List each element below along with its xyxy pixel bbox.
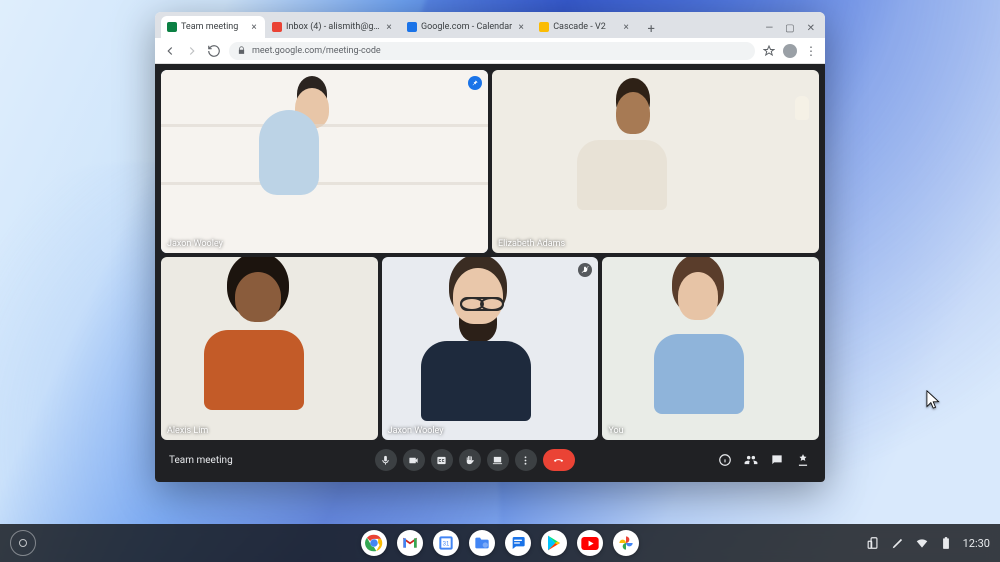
stylus-icon[interactable] [891,536,905,550]
video-grid: Jaxon Wooley Elizabeth Adams Alexis Lim … [161,70,819,440]
tab-close-icon[interactable]: × [249,22,259,32]
chromeos-shelf: 31 12:30 [0,524,1000,562]
messages-app-icon[interactable] [505,530,531,556]
meeting-name: Team meeting [169,455,233,466]
reload-button[interactable] [207,44,221,58]
tab-close-icon[interactable]: × [384,22,394,32]
tab-close-icon[interactable]: × [621,22,631,32]
meet-controls-bar: Team meeting [161,444,819,476]
play-store-app-icon[interactable] [541,530,567,556]
doc-favicon [539,22,549,32]
video-tile[interactable]: Alexis Lim [161,257,378,440]
calendar-app-icon[interactable]: 31 [433,530,459,556]
chrome-app-icon[interactable] [361,530,387,556]
participant-name: Jaxon Wooley [167,239,223,249]
present-screen-button[interactable] [487,449,509,471]
leave-call-button[interactable] [543,449,575,471]
mouse-cursor [926,390,942,412]
launcher-button[interactable] [10,530,36,556]
tab-close-icon[interactable]: × [516,22,526,32]
clock: 12:30 [963,537,990,550]
wifi-icon [915,536,929,550]
close-window-button[interactable]: ✕ [807,23,815,34]
browser-toolbar: meet.google.com/meeting-code ⋮ [155,38,825,64]
svg-text:31: 31 [443,542,450,548]
video-tile[interactable]: Jaxon Wooley [382,257,599,440]
meet-app: Jaxon Wooley Elizabeth Adams Alexis Lim … [155,64,825,482]
new-tab-button[interactable]: + [642,20,660,38]
tab-gmail[interactable]: Inbox (4) - alismith@gmail.com × [266,16,400,38]
tab-label: Team meeting [181,22,245,32]
phone-hub-icon[interactable] [867,536,881,550]
video-tile[interactable]: You [602,257,819,440]
raise-hand-button[interactable] [459,449,481,471]
participant-name: Elizabeth Adams [498,239,565,249]
tab-label: Inbox (4) - alismith@gmail.com [286,22,380,32]
video-tile[interactable]: Elizabeth Adams [492,70,819,253]
people-button[interactable] [743,452,759,468]
lock-icon [237,46,246,55]
tab-strip: Team meeting × Inbox (4) - alismith@gmai… [155,12,825,38]
status-tray[interactable]: 12:30 [867,536,990,550]
maximize-button[interactable]: ▢ [785,23,794,34]
pinned-icon [468,76,482,90]
photos-app-icon[interactable] [613,530,639,556]
minimize-button[interactable]: — [765,23,773,34]
bookmark-icon[interactable] [763,45,775,57]
browser-window: Team meeting × Inbox (4) - alismith@gmai… [155,12,825,482]
gmail-app-icon[interactable] [397,530,423,556]
profile-avatar[interactable] [783,44,797,58]
camera-toggle-button[interactable] [403,449,425,471]
tab-calendar[interactable]: Google.com - Calendar × [401,16,532,38]
tab-label: Cascade - V2 [553,22,617,32]
participant-name: You [608,426,623,436]
tab-label: Google.com - Calendar [421,22,512,32]
calendar-favicon [407,22,417,32]
meeting-details-button[interactable] [717,452,733,468]
captions-button[interactable] [431,449,453,471]
chat-button[interactable] [769,452,785,468]
video-tile[interactable]: Jaxon Wooley [161,70,488,253]
tab-cascade[interactable]: Cascade - V2 × [533,16,637,38]
window-controls: — ▢ ✕ [755,23,825,38]
gmail-favicon [272,22,282,32]
activities-button[interactable] [795,452,811,468]
youtube-app-icon[interactable] [577,530,603,556]
participant-name: Jaxon Wooley [388,426,444,436]
meet-favicon [167,22,177,32]
browser-menu-icon[interactable]: ⋮ [805,44,817,58]
tab-meet[interactable]: Team meeting × [161,16,265,38]
mic-toggle-button[interactable] [375,449,397,471]
battery-icon [939,536,953,550]
forward-button[interactable] [185,44,199,58]
shelf-apps: 31 [361,530,639,556]
back-button[interactable] [163,44,177,58]
more-options-button[interactable] [515,449,537,471]
files-app-icon[interactable] [469,530,495,556]
participant-name: Alexis Lim [167,426,208,436]
url-text: meet.google.com/meeting-code [252,46,381,56]
address-bar[interactable]: meet.google.com/meeting-code [229,42,755,60]
